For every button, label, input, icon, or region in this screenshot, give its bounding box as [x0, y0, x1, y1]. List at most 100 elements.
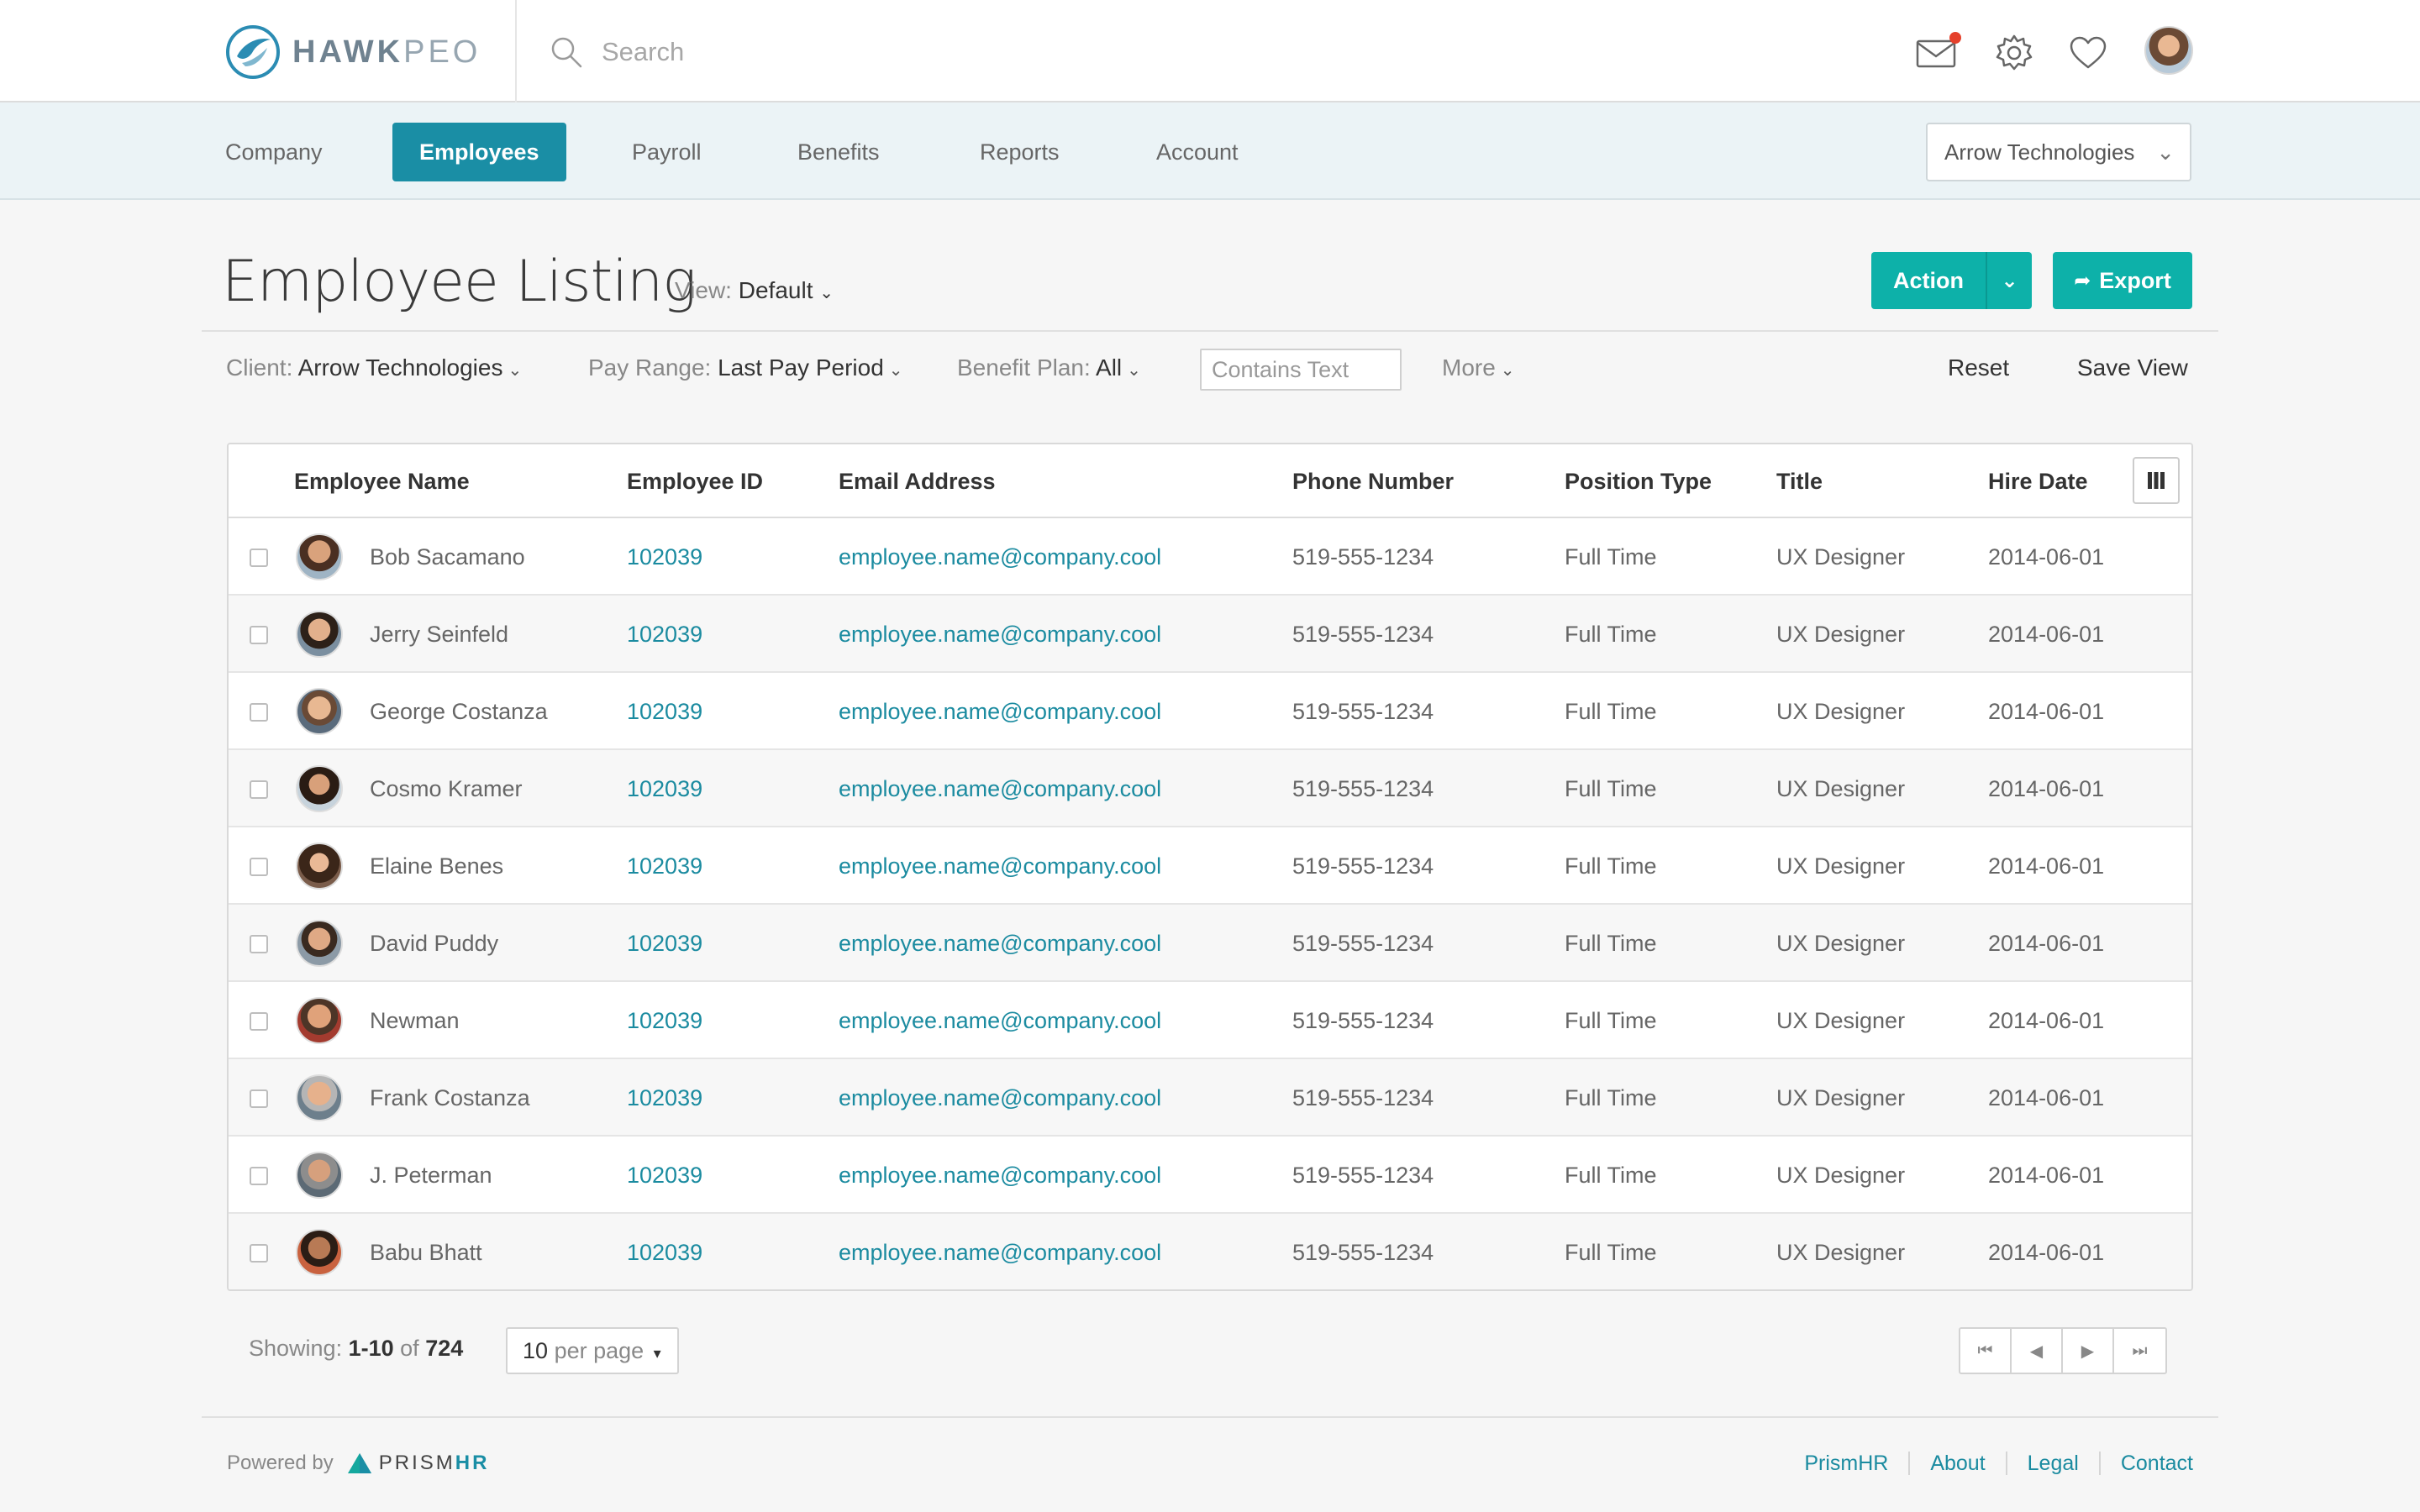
client-filter-value: Arrow Technologies — [297, 354, 503, 381]
employee-id-link[interactable]: 102039 — [627, 982, 702, 1059]
action-button[interactable]: Action ⌄ — [1871, 252, 2032, 309]
pay-range-label: Pay Range: — [588, 354, 712, 381]
employee-id-link[interactable]: 102039 — [627, 750, 702, 827]
column-header-employee-name[interactable]: Employee Name — [294, 444, 470, 518]
prev-page-button[interactable]: ◀ — [2012, 1329, 2063, 1373]
next-page-button[interactable]: ▶ — [2063, 1329, 2114, 1373]
benefit-plan-value: All — [1096, 354, 1123, 381]
nav-item-company[interactable]: Company — [198, 123, 350, 181]
client-filter[interactable]: Client: Arrow Technologies ⌄ — [226, 354, 522, 381]
employee-id-link[interactable]: 102039 — [627, 1214, 702, 1289]
more-filter-label: More — [1442, 354, 1496, 381]
per-page-label: per page — [554, 1338, 644, 1363]
gear-icon[interactable] — [1991, 30, 2037, 76]
contains-text-input[interactable] — [1200, 349, 1402, 391]
employee-email-link[interactable]: employee.name@company.cool — [839, 1137, 1161, 1214]
benefit-plan-label: Benefit Plan: — [957, 354, 1091, 381]
nav-item-employees[interactable]: Employees — [392, 123, 566, 181]
row-checkbox[interactable] — [250, 703, 268, 722]
employee-table: Employee Name Employee ID Email Address … — [227, 443, 2193, 1291]
table-row[interactable]: Cosmo Kramer 102039 employee.name@company.… — [229, 750, 2191, 827]
last-page-button[interactable]: ⏭ — [2114, 1329, 2165, 1373]
footer-link-contact[interactable]: Contact — [2098, 1452, 2193, 1475]
hawkpeo-logo[interactable]: HAWKPEO — [225, 24, 481, 81]
export-button[interactable]: ➦ Export — [2053, 252, 2192, 309]
first-page-icon: ⏮ — [1977, 1341, 1993, 1360]
employee-position-type: Full Time — [1565, 1163, 1657, 1188]
employee-email-link[interactable]: employee.name@company.cool — [839, 750, 1161, 827]
employee-email-link[interactable]: employee.name@company.cool — [839, 827, 1161, 905]
column-header-hire-date[interactable]: Hire Date — [1988, 444, 2088, 518]
first-page-button[interactable]: ⏮ — [1960, 1329, 2012, 1373]
employee-email-link[interactable]: employee.name@company.cool — [839, 905, 1161, 982]
table-row[interactable]: Bob Sacamano 102039 employee.name@company.… — [229, 518, 2191, 596]
more-filter[interactable]: More ⌄ — [1442, 354, 1515, 381]
row-checkbox[interactable] — [250, 1167, 268, 1185]
chevron-down-icon: ⌄ — [508, 361, 523, 380]
column-header-title[interactable]: Title — [1776, 444, 1823, 518]
save-view-link[interactable]: Save View — [2077, 354, 2188, 381]
column-header-email[interactable]: Email Address — [839, 444, 996, 518]
employee-title: UX Designer — [1776, 1163, 1906, 1188]
column-settings-button[interactable] — [2133, 457, 2180, 504]
nav-item-payroll[interactable]: Payroll — [605, 123, 729, 181]
row-checkbox[interactable] — [250, 858, 268, 876]
employee-title: UX Designer — [1776, 1008, 1906, 1033]
search-input[interactable] — [602, 30, 1274, 74]
employee-email-link[interactable]: employee.name@company.cool — [839, 673, 1161, 750]
pay-range-filter[interactable]: Pay Range: Last Pay Period ⌄ — [588, 354, 903, 381]
row-checkbox[interactable] — [250, 626, 268, 644]
table-row[interactable]: Babu Bhatt 102039 employee.name@company.co… — [229, 1214, 2191, 1289]
table-row[interactable]: Newman 102039 employee.name@company.cool 51… — [229, 982, 2191, 1059]
employee-email-link[interactable]: employee.name@company.cool — [839, 982, 1161, 1059]
table-row[interactable]: Frank Costanza 102039 employee.name@compan… — [229, 1059, 2191, 1137]
nav-item-reports[interactable]: Reports — [953, 123, 1086, 181]
prismhr-logo[interactable]: PRISMHR — [347, 1452, 490, 1475]
footer-link-legal[interactable]: Legal — [2005, 1452, 2099, 1475]
benefit-plan-filter[interactable]: Benefit Plan: All ⌄ — [957, 354, 1141, 381]
row-checkbox[interactable] — [250, 1244, 268, 1263]
employee-email-link[interactable]: employee.name@company.cool — [839, 518, 1161, 596]
employee-id-link[interactable]: 102039 — [627, 1137, 702, 1214]
divider — [202, 1416, 2218, 1418]
table-row[interactable]: George Costanza 102039 employee.name@compa… — [229, 673, 2191, 750]
footer-link-about[interactable]: About — [1908, 1452, 2005, 1475]
action-dropdown-chevron-icon[interactable]: ⌄ — [1987, 269, 2032, 293]
row-checkbox[interactable] — [250, 549, 268, 567]
per-page-select[interactable]: 10 per page ▾ — [506, 1327, 679, 1374]
employee-id-link[interactable]: 102039 — [627, 596, 702, 673]
employee-id-link[interactable]: 102039 — [627, 827, 702, 905]
showing-summary: Showing: 1-10 of 724 — [249, 1336, 463, 1362]
employee-id-link[interactable]: 102039 — [627, 518, 702, 596]
column-header-employee-id[interactable]: Employee ID — [627, 444, 763, 518]
employee-id-link[interactable]: 102039 — [627, 673, 702, 750]
row-checkbox[interactable] — [250, 935, 268, 953]
employee-hire-date: 2014-06-01 — [1988, 544, 2105, 570]
employee-email-link[interactable]: employee.name@company.cool — [839, 596, 1161, 673]
column-header-phone[interactable]: Phone Number — [1292, 444, 1454, 518]
reset-link[interactable]: Reset — [1948, 354, 2009, 381]
row-checkbox[interactable] — [250, 780, 268, 799]
table-row[interactable]: J. Peterman 102039 employee.name@company.c… — [229, 1137, 2191, 1214]
column-header-position-type[interactable]: Position Type — [1565, 444, 1712, 518]
table-row[interactable]: David Puddy 102039 employee.name@company.c… — [229, 905, 2191, 982]
view-selector[interactable]: View: Default ⌄ — [675, 277, 834, 304]
employee-position-type: Full Time — [1565, 699, 1657, 724]
row-checkbox[interactable] — [250, 1089, 268, 1108]
table-row[interactable]: Jerry Seinfeld 102039 employee.name@compan… — [229, 596, 2191, 673]
user-avatar[interactable] — [2144, 26, 2193, 75]
employee-phone: 519-555-1234 — [1292, 931, 1434, 956]
client-select[interactable]: Arrow Technologies ⌄ — [1926, 123, 2191, 181]
nav-item-account[interactable]: Account — [1129, 123, 1265, 181]
employee-id-link[interactable]: 102039 — [627, 1059, 702, 1137]
footer-link-prismhr[interactable]: PrismHR — [1784, 1452, 1908, 1475]
nav-item-benefits[interactable]: Benefits — [771, 123, 907, 181]
view-label: View: — [675, 277, 732, 303]
employee-title: UX Designer — [1776, 1240, 1906, 1265]
table-row[interactable]: Elaine Benes 102039 employee.name@company.… — [229, 827, 2191, 905]
employee-id-link[interactable]: 102039 — [627, 905, 702, 982]
employee-email-link[interactable]: employee.name@company.cool — [839, 1214, 1161, 1289]
row-checkbox[interactable] — [250, 1012, 268, 1031]
employee-email-link[interactable]: employee.name@company.cool — [839, 1059, 1161, 1137]
heart-icon[interactable] — [2065, 30, 2111, 76]
